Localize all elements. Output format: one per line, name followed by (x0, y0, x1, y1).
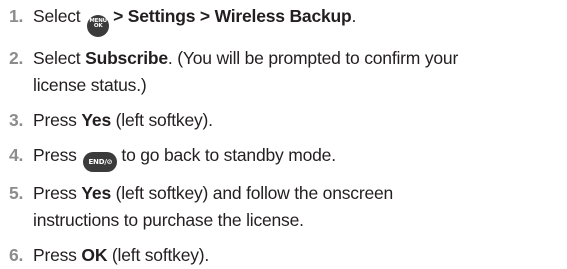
step-text: (left softkey). (110, 109, 213, 130)
step-2: 2. Select Subscribe. (You will be prompt… (0, 45, 567, 99)
step-text: Select (33, 6, 81, 26)
step-number: 3. (9, 109, 24, 130)
step-3: 3. Press Yes (left softkey). (0, 107, 567, 134)
step-text-continued: instructions to purchase the license. (33, 209, 304, 230)
instruction-list: 1. Select MENU OK > Settings > Wireless Ba… (0, 0, 567, 269)
step-text: to go back to standby mode. (121, 144, 336, 165)
step-text: Press (33, 109, 82, 130)
step-6: 6. Press OK (left softkey). (0, 242, 567, 269)
step-number: 2. (9, 47, 24, 68)
menu-path: > Settings > Wireless Backup (113, 6, 352, 26)
step-text: . (351, 6, 357, 26)
step-text: (left softkey). (107, 244, 210, 265)
step-4: 4. Press END/⊘ to go back to standby mode… (0, 142, 567, 172)
step-number: 6. (9, 244, 24, 265)
step-number: 5. (9, 182, 24, 203)
step-5: 5. Press Yes (left softkey) and follow t… (0, 180, 567, 234)
step-text-continued: license status.) (33, 74, 147, 95)
option-name: Subscribe (85, 47, 168, 68)
step-1: 1. Select MENU OK > Settings > Wireless Ba… (0, 3, 567, 37)
softkey-label: OK (81, 244, 108, 265)
step-text: (left softkey) and follow the onscreen (110, 182, 394, 203)
step-text: . (You will be prompted to confirm your (167, 47, 459, 68)
softkey-label: Yes (81, 109, 111, 130)
end-key-icon: END/⊘ (83, 151, 118, 172)
step-text: Press (33, 144, 77, 165)
step-text: Select (33, 47, 86, 68)
menu-ok-key-icon: MENU OK (87, 14, 110, 37)
step-text: Press (33, 244, 82, 265)
step-number: 1. (9, 6, 24, 26)
step-text: Press (33, 182, 82, 203)
step-number: 4. (9, 144, 24, 165)
softkey-label: Yes (81, 182, 111, 203)
